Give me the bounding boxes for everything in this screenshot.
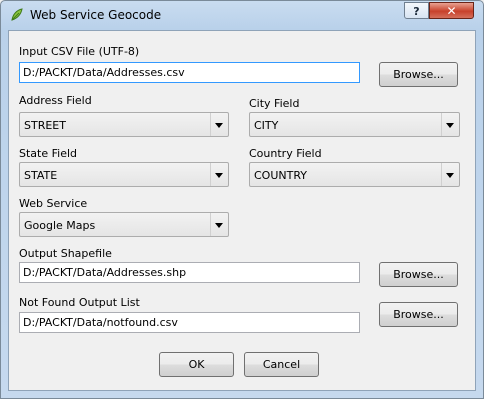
chevron-down-icon	[215, 223, 223, 228]
chevron-down-icon	[215, 123, 223, 128]
cancel-button[interactable]: Cancel	[244, 352, 319, 377]
output-shapefile-browse-button[interactable]: Browse...	[379, 262, 458, 287]
country-field-label: Country Field	[249, 147, 322, 160]
country-field-dropdown[interactable]	[441, 163, 459, 186]
output-shapefile-field[interactable]: D:/PACKT/Data/Addresses.shp	[19, 262, 360, 283]
city-field-dropdown[interactable]	[441, 113, 459, 136]
chevron-down-icon	[215, 173, 223, 178]
state-field-label: State Field	[19, 147, 78, 160]
web-service-dropdown[interactable]	[210, 213, 228, 236]
state-field-dropdown[interactable]	[210, 163, 228, 186]
window-title: Web Service Geocode	[30, 8, 162, 22]
state-field-select[interactable]: STATE	[19, 162, 229, 187]
ok-button[interactable]: OK	[159, 352, 234, 377]
not-found-field[interactable]: D:/PACKT/Data/notfound.csv	[19, 312, 360, 333]
dialog-window: Web Service Geocode ? ✕ Input CSV File (…	[0, 0, 484, 399]
chevron-down-icon	[446, 123, 454, 128]
input-csv-browse-button[interactable]: Browse...	[379, 62, 458, 87]
address-field-label: Address Field	[19, 94, 92, 107]
city-field-select[interactable]: CITY	[249, 112, 460, 137]
city-field-value: CITY	[254, 119, 279, 132]
title-bar[interactable]: Web Service Geocode ? ✕	[1, 1, 483, 29]
web-service-label: Web Service	[19, 197, 88, 210]
address-field-value: STREET	[24, 119, 66, 132]
address-field-dropdown[interactable]	[210, 113, 228, 136]
web-service-value: Google Maps	[24, 219, 96, 232]
close-button[interactable]: ✕	[429, 2, 474, 19]
not-found-browse-button[interactable]: Browse...	[379, 302, 458, 327]
address-field-select[interactable]: STREET	[19, 112, 229, 137]
city-field-label: City Field	[249, 97, 300, 110]
state-field-value: STATE	[24, 169, 58, 182]
web-service-select[interactable]: Google Maps	[19, 212, 229, 237]
country-field-value: COUNTRY	[254, 169, 307, 182]
output-shapefile-label: Output Shapefile	[19, 247, 112, 260]
not-found-label: Not Found Output List	[19, 296, 140, 309]
dialog-body: Input CSV File (UTF-8) D:/PACKT/Data/Add…	[8, 30, 476, 391]
chevron-down-icon	[446, 173, 454, 178]
qgis-leaf-icon	[11, 8, 23, 21]
input-csv-field[interactable]: D:/PACKT/Data/Addresses.csv	[19, 62, 360, 83]
help-button[interactable]: ?	[404, 2, 429, 19]
input-csv-label: Input CSV File (UTF-8)	[19, 45, 140, 58]
country-field-select[interactable]: COUNTRY	[249, 162, 460, 187]
